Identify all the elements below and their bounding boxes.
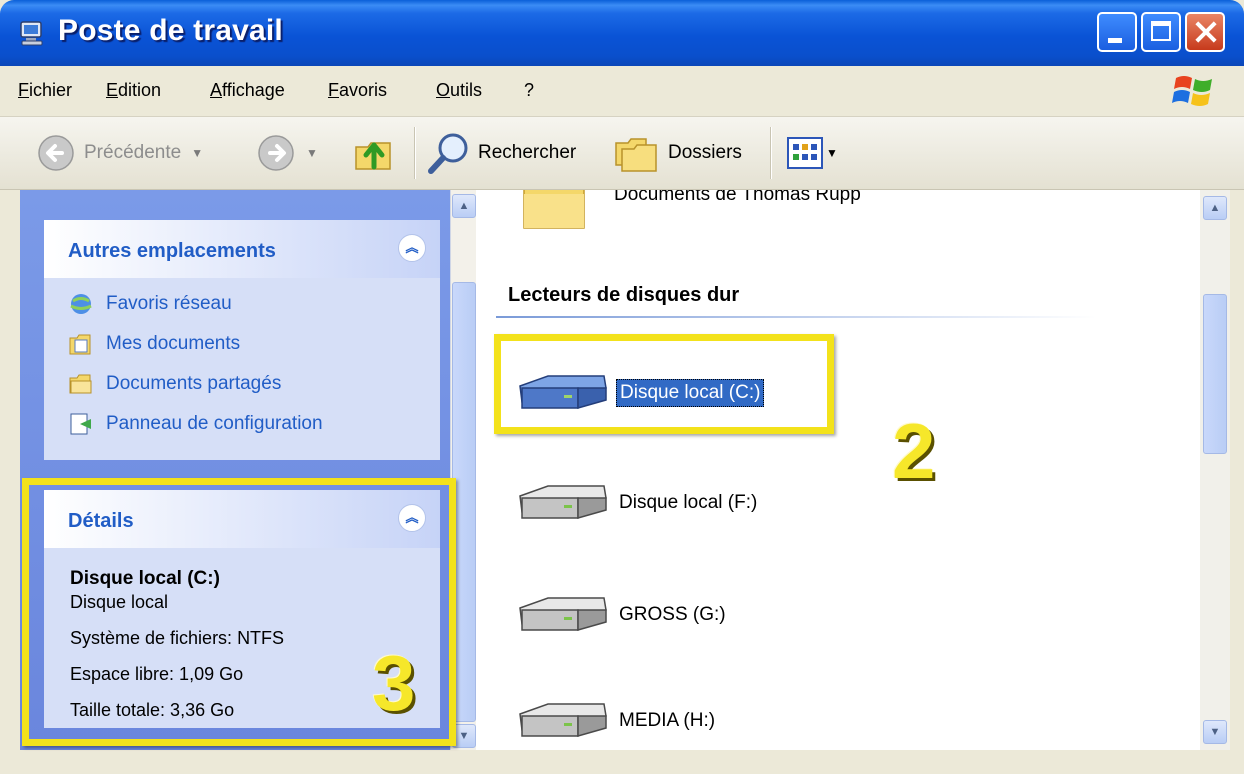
menu-bar: Fichier Edition Affichage Favoris Outils… [0, 66, 1244, 117]
search-button[interactable]: Rechercher [426, 131, 576, 175]
toolbar: Précédente ▼ ▼ Rechercher Dossiers ▼ [0, 117, 1244, 190]
other-places-panel: Autres emplacements ︽ Favoris réseau Mes… [44, 220, 440, 460]
folder-icon [523, 190, 585, 229]
my-documents-icon [69, 334, 91, 355]
minimize-button[interactable] [1097, 12, 1137, 52]
link-label: Favoris réseau [106, 293, 232, 314]
back-label: Précédente [84, 142, 182, 163]
control-panel-icon [70, 413, 91, 435]
toolbar-separator [414, 127, 416, 179]
shared-folder-icon [69, 374, 92, 394]
annotation-number-3: 3 [372, 639, 416, 727]
scroll-thumb[interactable] [1203, 294, 1227, 454]
link-label: Documents partagés [106, 373, 282, 394]
link-label: Panneau de configuration [106, 413, 323, 434]
back-button[interactable]: Précédente ▼ [36, 131, 203, 175]
annotation-number-2: 2 [892, 407, 936, 495]
forward-button[interactable]: ▼ [256, 131, 318, 175]
drive-label: Disque local (F:) [619, 492, 758, 513]
views-grid-icon [787, 137, 823, 169]
file-list-scrollbar[interactable]: ▲ ▼ [1200, 190, 1230, 750]
annotation-box-2 [494, 334, 834, 434]
scroll-up-icon[interactable]: ▲ [452, 194, 476, 218]
views-dropdown-arrow-icon[interactable]: ▼ [826, 146, 838, 160]
forward-dropdown-arrow-icon[interactable]: ▼ [306, 146, 318, 160]
menu-edit[interactable]: Edition [106, 80, 161, 101]
views-button[interactable]: ▼ [786, 131, 838, 175]
link-control-panel[interactable]: Panneau de configuration [68, 412, 323, 436]
other-places-header[interactable]: Autres emplacements ︽ [44, 220, 440, 278]
up-folder-button[interactable] [352, 131, 396, 175]
menu-file[interactable]: Fichier [18, 80, 72, 101]
hard-drive-icon [519, 485, 607, 519]
link-my-documents[interactable]: Mes documents [68, 332, 240, 356]
back-dropdown-arrow-icon[interactable]: ▼ [191, 146, 203, 160]
hard-drive-icon [519, 703, 607, 737]
drive-g[interactable]: GROSS (G:) [514, 590, 729, 640]
link-shared-documents[interactable]: Documents partagés [68, 372, 281, 396]
maximize-button[interactable] [1141, 12, 1181, 52]
window-title: Poste de travail [58, 14, 283, 47]
drive-label: GROSS (G:) [619, 604, 726, 625]
menu-view[interactable]: Affichage [210, 80, 285, 101]
search-icon [428, 133, 468, 174]
my-computer-icon [20, 21, 43, 46]
folders-label: Dossiers [668, 142, 742, 163]
hard-drive-icon [519, 597, 607, 631]
up-folder-icon [355, 142, 391, 170]
drive-f[interactable]: Disque local (F:) [514, 478, 760, 528]
search-label: Rechercher [478, 142, 577, 163]
back-arrow-icon [38, 135, 74, 171]
explorer-window: Poste de travail Fichier Edition Afficha… [0, 0, 1244, 774]
folder-label[interactable]: Documents de Thomas Rupp [614, 190, 861, 206]
drive-label: MEDIA (H:) [619, 710, 716, 731]
file-list-pane: Documents de Thomas Rupp Lecteurs de dis… [476, 190, 1200, 750]
menu-help[interactable]: ? [524, 80, 534, 101]
link-label: Mes documents [106, 333, 241, 354]
folders-button[interactable]: Dossiers [612, 131, 742, 175]
network-places-icon [70, 294, 92, 314]
other-places-title: Autres emplacements [68, 240, 276, 262]
title-bar[interactable]: Poste de travail [0, 0, 1244, 66]
toolbar-separator [770, 127, 772, 179]
menu-favorites[interactable]: Favoris [328, 80, 387, 101]
scroll-up-icon[interactable]: ▲ [1203, 196, 1227, 220]
group-divider [496, 316, 1096, 318]
close-button[interactable] [1185, 12, 1225, 52]
forward-arrow-icon [258, 135, 294, 171]
windows-logo-icon [1172, 76, 1212, 106]
group-header: Lecteurs de disques dur [508, 284, 740, 306]
collapse-chevron-icon[interactable]: ︽ [398, 234, 426, 262]
scroll-down-icon[interactable]: ▼ [1203, 720, 1227, 744]
link-network-places[interactable]: Favoris réseau [68, 292, 232, 316]
folders-icon [615, 138, 657, 172]
menu-tools[interactable]: Outils [436, 80, 482, 101]
drive-h[interactable]: MEDIA (H:) [514, 696, 718, 746]
